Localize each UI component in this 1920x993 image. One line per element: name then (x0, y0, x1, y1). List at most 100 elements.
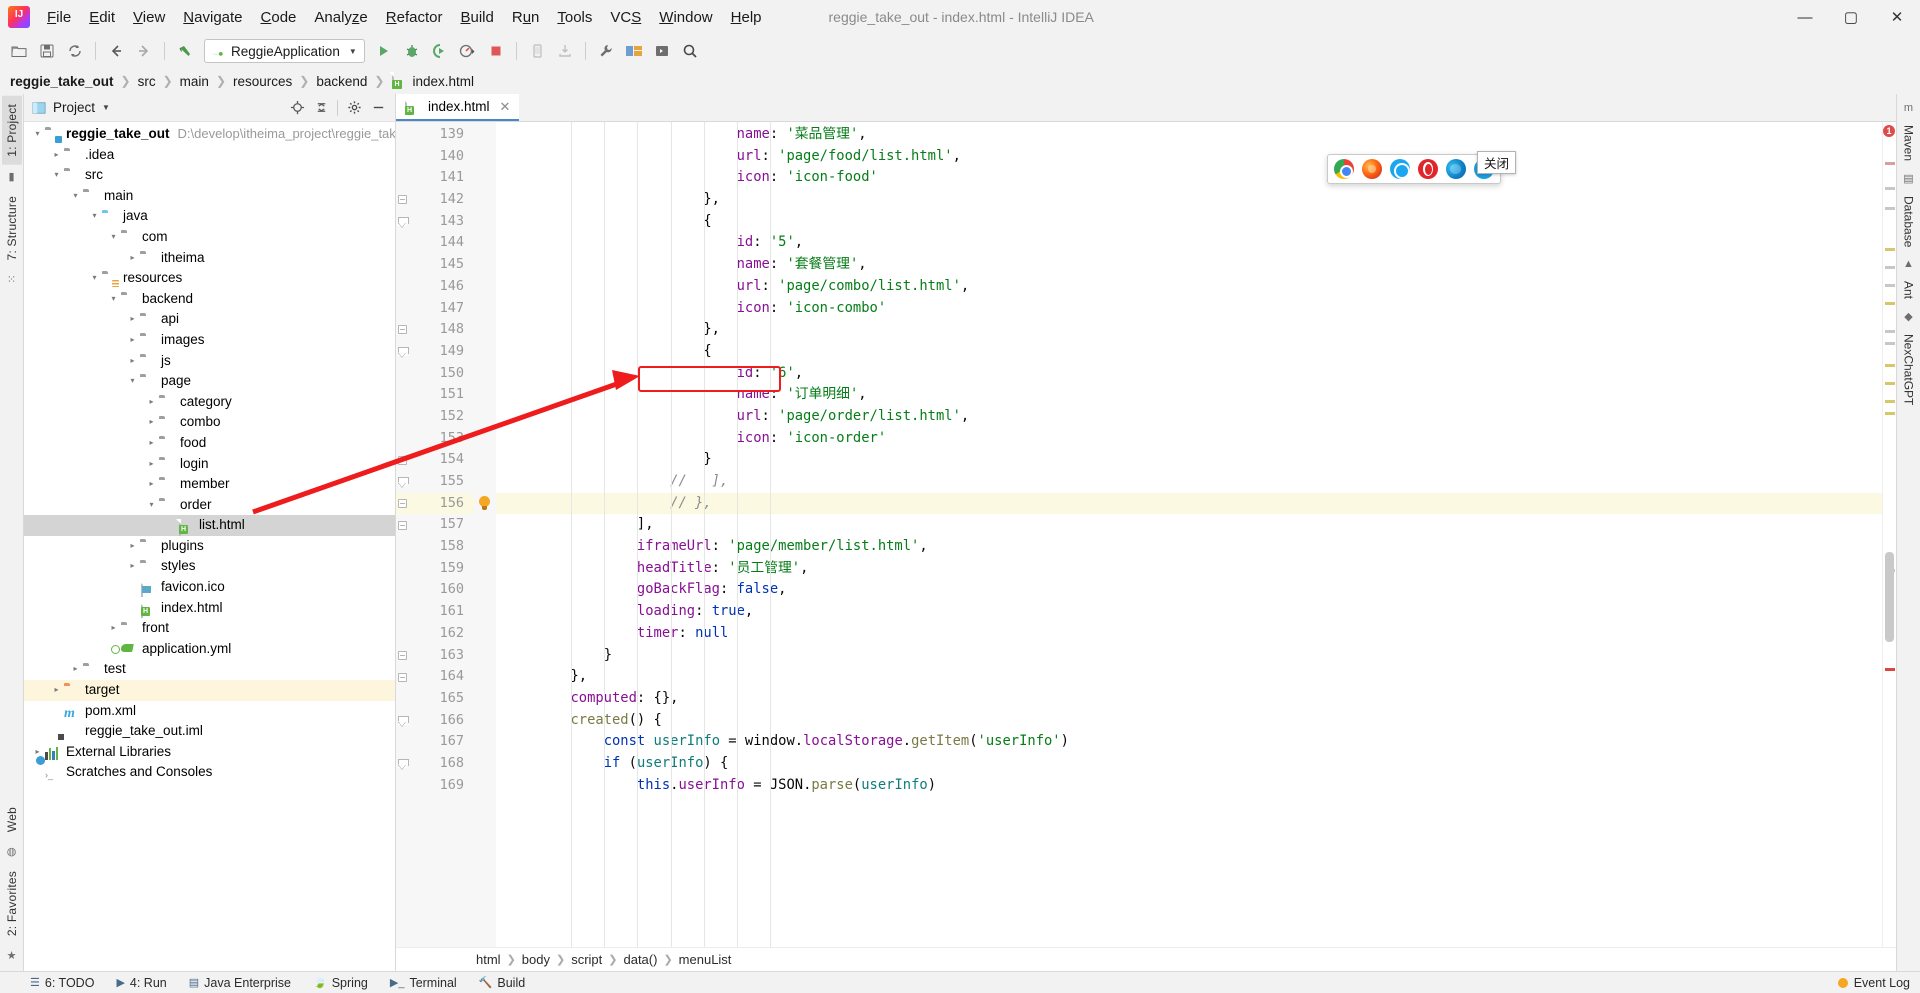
stripe-error-marker[interactable] (1885, 668, 1895, 671)
stop-icon[interactable] (483, 38, 509, 64)
rail-tab-ant[interactable]: Ant (1899, 274, 1919, 306)
fold-collapse-icon[interactable] (398, 455, 407, 465)
tree-node-styles[interactable]: ▸ styles (24, 556, 395, 577)
expand-triangle-icon[interactable]: ▸ (144, 474, 159, 495)
tree-node-reggie-take-out[interactable]: ▾ reggie_take_out D:\develop\itheima_proje… (24, 124, 395, 145)
code-line-140[interactable]: url: 'page/food/list.html', (496, 146, 1882, 168)
tree-node-pom-xml[interactable]: m pom.xml (24, 701, 395, 722)
collapse-triangle-icon[interactable]: ▾ (30, 124, 45, 145)
run-with-coverage-icon[interactable] (427, 38, 453, 64)
tree-node-food[interactable]: ▸ food (24, 433, 395, 454)
menu-item-edit[interactable]: Edit (80, 5, 124, 30)
menu-item-navigate[interactable]: Navigate (174, 5, 251, 30)
layout-icon[interactable] (621, 38, 647, 64)
collapse-triangle-icon[interactable]: ▾ (87, 206, 102, 227)
phone-device-icon[interactable] (524, 38, 550, 64)
profiler-icon[interactable] (455, 38, 481, 64)
firefox-icon[interactable] (1362, 159, 1382, 179)
fold-collapse-icon[interactable] (398, 498, 407, 508)
editor-breadcrumb-body[interactable]: body (522, 952, 550, 967)
code-line-148[interactable]: }, (496, 319, 1882, 341)
sync-icon[interactable] (62, 38, 88, 64)
editor-scrollbar-thumb[interactable] (1885, 552, 1894, 642)
hide-panel-icon[interactable] (367, 97, 389, 119)
tree-node-itheima[interactable]: ▸ itheima (24, 248, 395, 269)
code-line-142[interactable]: }, (496, 189, 1882, 211)
code-line-161[interactable]: loading: true, (496, 601, 1882, 623)
code-line-139[interactable]: name: '菜品管理', (496, 124, 1882, 146)
menu-item-file[interactable]: File (38, 5, 80, 30)
menu-item-help[interactable]: Help (722, 5, 771, 30)
editor-breadcrumb-script[interactable]: script (571, 952, 602, 967)
expand-triangle-icon[interactable]: ▸ (144, 433, 159, 454)
safari-icon[interactable] (1390, 159, 1410, 179)
code-view[interactable]: name: '菜品管理', url: 'page/food/list.html'… (496, 122, 1882, 947)
code-line-155[interactable]: // ], (496, 471, 1882, 493)
gear-icon[interactable] (343, 97, 365, 119)
menu-item-analyze[interactable]: Analyze (305, 5, 376, 30)
fold-collapse-icon[interactable] (398, 325, 407, 335)
edge-icon[interactable] (1446, 159, 1466, 179)
code-line-160[interactable]: goBackFlag: false, (496, 579, 1882, 601)
close-icon[interactable]: ✕ (500, 99, 511, 115)
rail-tab-structure[interactable]: 7: Structure (2, 188, 22, 268)
menu-item-build[interactable]: Build (451, 5, 502, 30)
module-icon[interactable]: ▮ (8, 170, 14, 183)
tree-node-index-html[interactable]: Hindex.html (24, 598, 395, 619)
fold-collapse-icon[interactable] (398, 672, 407, 682)
tree-node-favicon-ico[interactable]: favicon.ico (24, 577, 395, 598)
code-line-166[interactable]: created() { (496, 710, 1882, 732)
stripe-marker[interactable] (1885, 284, 1895, 287)
undo-icon[interactable] (172, 38, 198, 64)
tree-node-external-libraries[interactable]: ▸ External Libraries (24, 742, 395, 763)
menu-item-code[interactable]: Code (252, 5, 306, 30)
collapse-triangle-icon[interactable]: ▾ (106, 289, 121, 310)
code-line-165[interactable]: computed: {}, (496, 688, 1882, 710)
tree-node-backend[interactable]: ▾ backend (24, 289, 395, 310)
breadcrumb-item-resources[interactable]: resources (233, 74, 292, 89)
play-terminal-icon[interactable] (649, 38, 675, 64)
fold-collapse-icon[interactable] (398, 650, 407, 660)
code-line-153[interactable]: icon: 'icon-order' (496, 428, 1882, 450)
tree-node-category[interactable]: ▸ category (24, 392, 395, 413)
fold-region-end-icon[interactable] (398, 347, 409, 356)
status-item-spring[interactable]: 🍃 Spring (313, 976, 368, 990)
code-line-164[interactable]: }, (496, 666, 1882, 688)
expand-triangle-icon[interactable]: ▸ (125, 556, 140, 577)
chevron-down-icon[interactable]: ▼ (102, 103, 110, 112)
code-line-154[interactable]: } (496, 449, 1882, 471)
tree-node-front[interactable]: ▸ front (24, 618, 395, 639)
breadcrumb-item-main[interactable]: main (180, 74, 209, 89)
browser-launch-popup[interactable] (1327, 154, 1501, 184)
tree-node-reggie-take-out-iml[interactable]: reggie_take_out.iml (24, 721, 395, 742)
code-line-143[interactable]: { (496, 211, 1882, 233)
rail-tab-maven[interactable]: Maven (1899, 118, 1919, 168)
save-icon[interactable] (34, 38, 60, 64)
rail-tab-project[interactable]: 1: Project (1, 96, 22, 165)
opera-icon[interactable] (1418, 159, 1438, 179)
collapse-triangle-icon[interactable]: ▾ (49, 165, 64, 186)
code-line-168[interactable]: if (userInfo) { (496, 753, 1882, 775)
expand-triangle-icon[interactable]: ▸ (125, 536, 140, 557)
expand-triangle-icon[interactable]: ▸ (49, 680, 64, 701)
status-item-build[interactable]: 🔨 Build (479, 976, 526, 990)
rail-tab-web[interactable]: Web (2, 799, 22, 840)
collapse-all-icon[interactable] (310, 97, 332, 119)
tree-node-member[interactable]: ▸ member (24, 474, 395, 495)
code-line-144[interactable]: id: '5', (496, 232, 1882, 254)
tree-node-scratches-and-consoles[interactable]: Scratches and Consoles (24, 762, 395, 783)
intention-bulb-icon[interactable] (477, 493, 492, 515)
stripe-marker[interactable] (1885, 162, 1895, 165)
status-item-6-todo[interactable]: ☰ 6: TODO (30, 976, 94, 990)
status-item-4-run[interactable]: ▶ 4: Run (116, 976, 166, 990)
expand-triangle-icon[interactable]: ▸ (106, 618, 121, 639)
tree-node-combo[interactable]: ▸ combo (24, 412, 395, 433)
stripe-marker[interactable] (1885, 330, 1895, 333)
tree-node-java[interactable]: ▾ java (24, 206, 395, 227)
stripe-marker[interactable] (1885, 207, 1895, 210)
maximize-button[interactable]: ▢ (1828, 0, 1874, 34)
tree-node--idea[interactable]: ▸ .idea (24, 145, 395, 166)
close-button[interactable]: ✕ (1874, 0, 1920, 34)
tree-node-login[interactable]: ▸ login (24, 454, 395, 475)
forward-arrow-icon[interactable] (131, 38, 157, 64)
